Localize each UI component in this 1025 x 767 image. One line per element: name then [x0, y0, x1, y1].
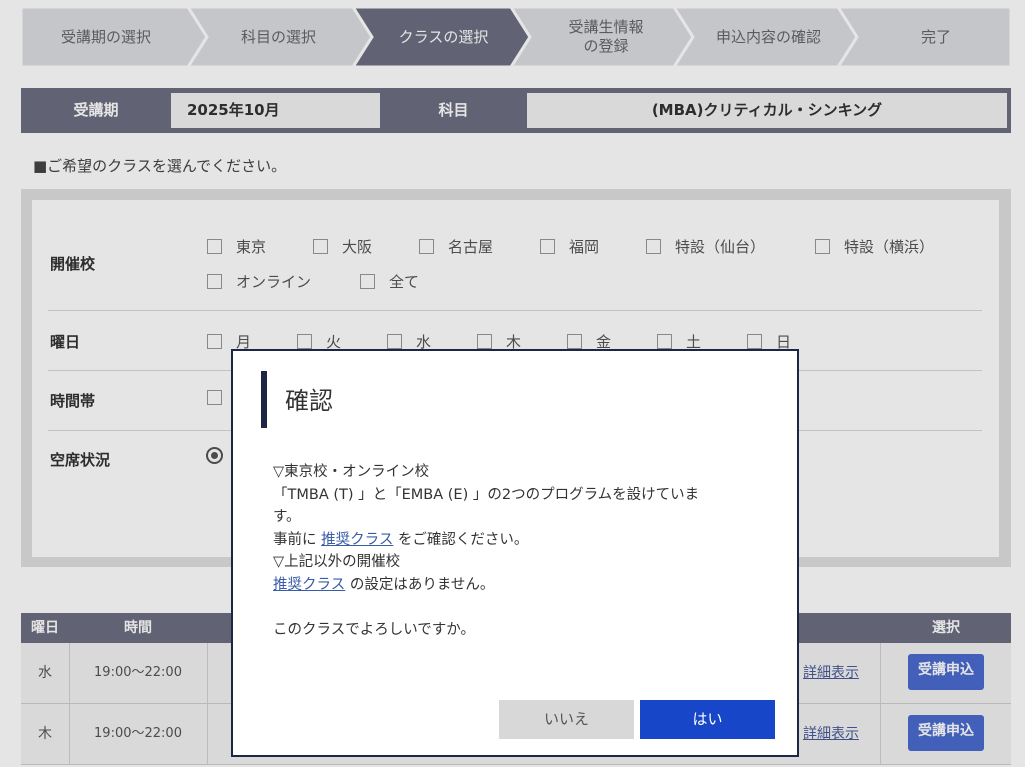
dialog-message: ▽東京校・オンライン校 「TMBA (T) 」と「EMBA (E) 」の2つのプ… [273, 461, 743, 641]
title-accent-bar [261, 371, 267, 428]
message-line: ▽東京校・オンライン校 [273, 464, 430, 480]
no-button[interactable]: いいえ [499, 700, 634, 739]
message-text: をご確認ください。 [393, 531, 529, 548]
message-text: 事前に [273, 531, 322, 548]
dialog-title: 確認 [285, 387, 333, 415]
application-page: 受講期の選択 科目の選択 クラスの選択 受講生情報 の登録 申込内容の確認 完了… [0, 0, 1025, 767]
message-line: 推奨クラス の設定はありません。 [273, 574, 743, 597]
message-line: 「TMBA (T) 」と「EMBA (E) 」の2つのプログラムを設けていま [273, 486, 700, 503]
message-line: 事前に 推奨クラス をご確認ください。 [273, 529, 743, 552]
message-line: す。 [273, 509, 301, 525]
recommended-class-link[interactable]: 推奨クラス [321, 532, 393, 548]
message-line: ▽上記以外の開催校 [273, 554, 401, 570]
message-text: の設定はありません。 [345, 576, 495, 593]
confirm-dialog: 確認 ▽東京校・オンライン校 「TMBA (T) 」と「EMBA (E) 」の2… [231, 349, 799, 757]
confirm-question: このクラスでよろしいですか。 [273, 621, 475, 638]
yes-button[interactable]: はい [640, 700, 775, 739]
recommended-class-link[interactable]: 推奨クラス [273, 577, 345, 593]
